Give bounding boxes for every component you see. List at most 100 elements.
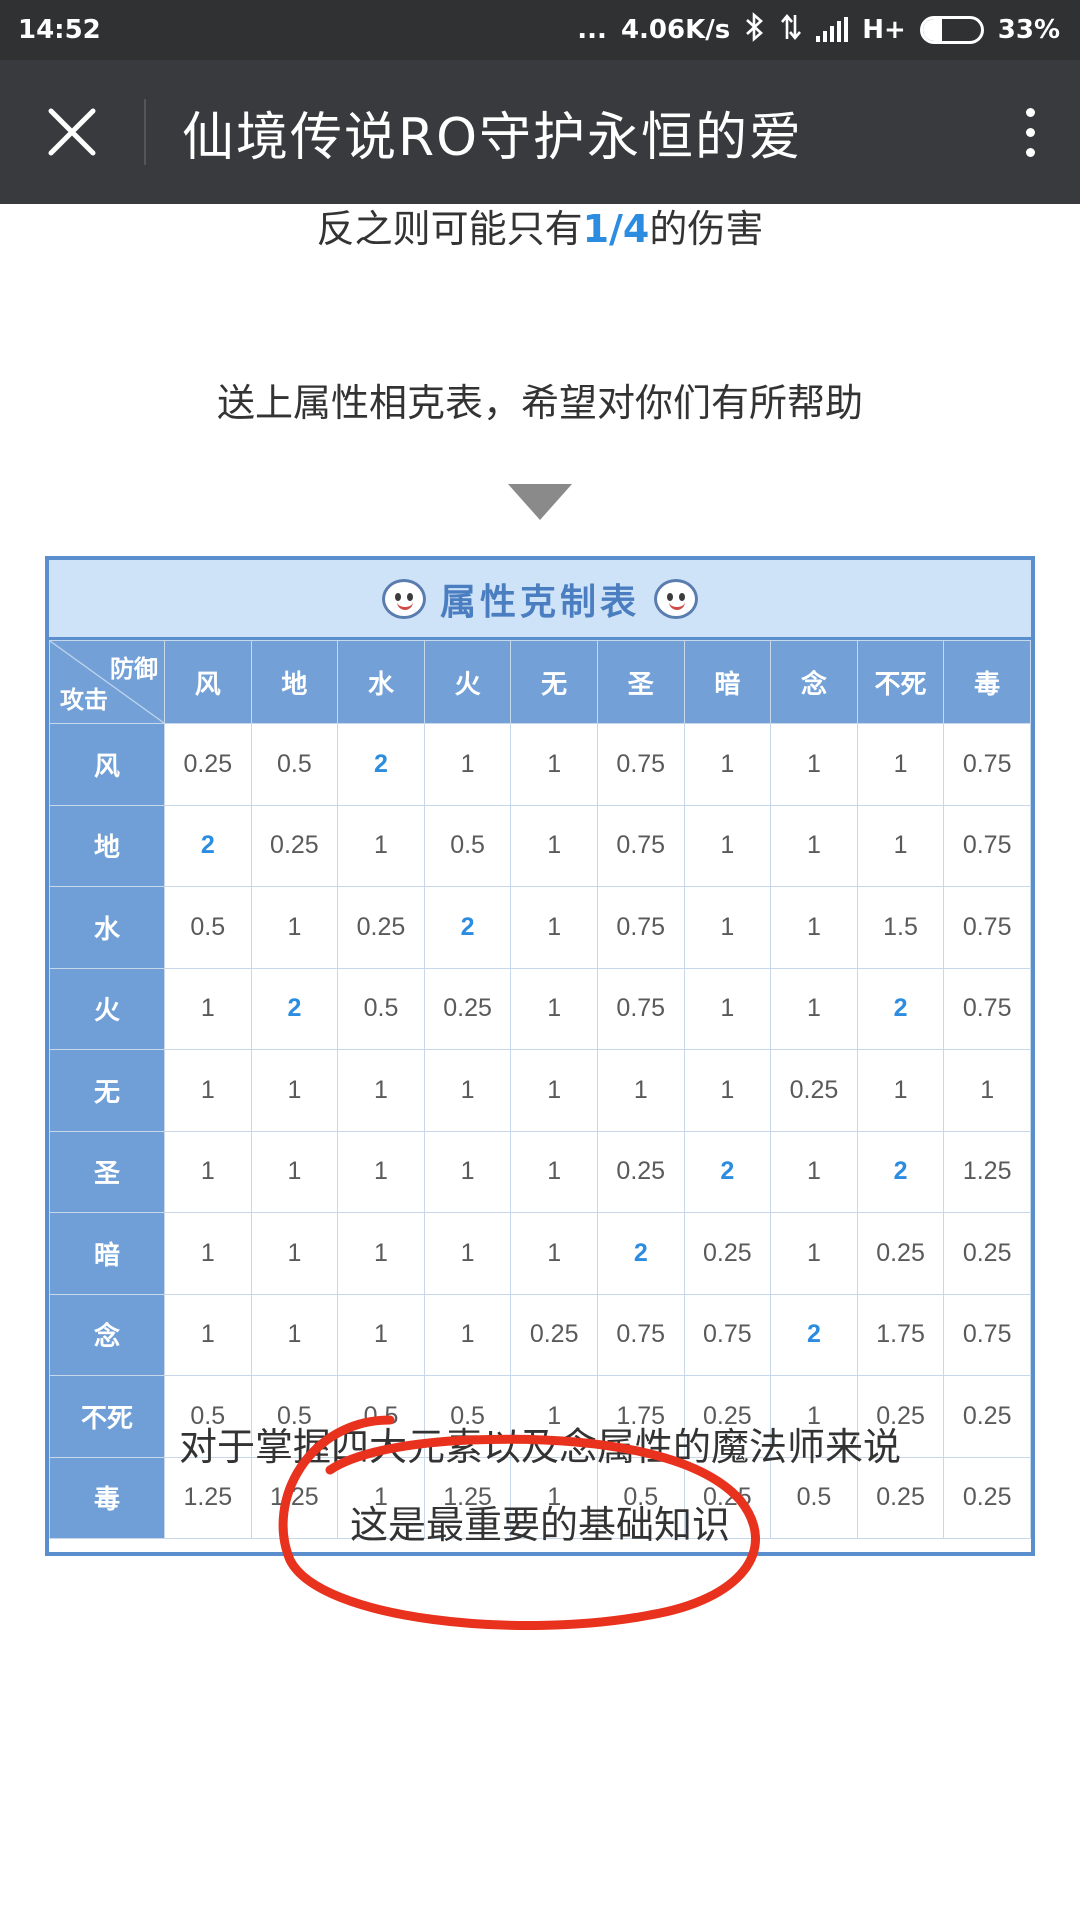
table-row: 无 1 1 1 1 1 1 1 0.25 1 1 — [49, 1049, 1031, 1132]
table-cell: 0.75 — [943, 723, 1031, 806]
row-header: 地 — [49, 804, 165, 887]
table-row: 水 0.5 1 0.25 2 1 0.75 1 1 1.5 0.75 — [49, 886, 1031, 969]
chart-header: 属性克制表 — [49, 560, 1031, 640]
table-cell: 1 — [856, 804, 945, 887]
table-cell: 2 — [856, 1130, 945, 1213]
table-cell: 0.75 — [943, 1293, 1031, 1376]
article-content: 反之则可能只有1/4的伤害 送上属性相克表，希望对你们有所帮助 属性克制表 防御… — [0, 204, 1080, 1920]
table-cell: 1 — [250, 886, 339, 969]
status-time: 14:52 — [18, 15, 101, 45]
table-cell: 0.25 — [856, 1212, 945, 1295]
status-dots: ... — [577, 15, 607, 45]
column-header: 不死 — [856, 640, 945, 724]
table-cell: 1 — [683, 1049, 772, 1132]
column-header: 圣 — [596, 640, 685, 724]
close-button[interactable] — [0, 60, 144, 204]
signal-icon — [816, 17, 849, 42]
table-cell: 1 — [770, 967, 858, 1050]
table-cell: 1 — [683, 967, 772, 1050]
table-cell: 2 — [337, 723, 425, 806]
column-header: 水 — [337, 640, 425, 724]
table-cell: 1 — [770, 886, 858, 969]
table-cell: 2 — [683, 1130, 772, 1213]
more-vertical-icon — [1025, 107, 1035, 117]
line1-text: 反之则可能只有 — [316, 207, 583, 251]
column-header: 风 — [164, 640, 252, 724]
data-arrows-icon — [780, 12, 802, 49]
smile-face-icon — [381, 578, 426, 619]
table-cell: 0.75 — [943, 886, 1031, 969]
corner-attack-label: 攻击 — [60, 686, 108, 714]
line1-highlight: 1/4 — [582, 207, 650, 251]
table-cell: 1 — [510, 967, 598, 1050]
table-cell: 0.75 — [596, 1293, 685, 1376]
table-cell: 0.25 — [770, 1049, 858, 1132]
table-row: 念 1 1 1 1 0.25 0.75 0.75 2 1.75 0.75 — [49, 1293, 1031, 1376]
table-cell: 0.5 — [337, 967, 425, 1050]
table-cell: 1 — [510, 804, 598, 887]
table-cell: 0.25 — [337, 886, 425, 969]
row-header: 念 — [49, 1293, 165, 1376]
more-dot — [1025, 127, 1035, 137]
table-cell: 1 — [683, 886, 772, 969]
table-cell: 1 — [770, 1212, 858, 1295]
table-cell: 1 — [770, 723, 858, 806]
battery-fill — [922, 19, 942, 41]
table-cell: 1 — [596, 1049, 685, 1132]
table-cell: 1.75 — [856, 1293, 945, 1376]
table-cell: 2 — [423, 886, 512, 969]
table-cell: 1 — [250, 1293, 339, 1376]
table-cell: 2 — [250, 967, 339, 1050]
table-cell: 1 — [250, 1130, 339, 1213]
table-cell: 0.75 — [596, 967, 685, 1050]
table-cell: 1 — [164, 1049, 252, 1132]
red-circle-annotation — [278, 1415, 760, 1631]
network-type: H+ — [862, 15, 906, 45]
status-bar: 14:52 ... 4.06K/s H+ 33% — [0, 0, 1080, 60]
table-cell: 1 — [856, 723, 945, 806]
row-header: 水 — [49, 886, 165, 969]
table-cell: 0.25 — [423, 967, 512, 1050]
table-cell: 0.5 — [164, 886, 252, 969]
more-dot — [1025, 147, 1035, 157]
line1-text-end: 的伤害 — [649, 207, 764, 251]
table-cell: 0.75 — [683, 1293, 772, 1376]
table-cell: 1 — [423, 1049, 512, 1132]
table-cell: 1 — [423, 723, 512, 806]
status-indicators: ... 4.06K/s H+ 33% — [577, 11, 1060, 49]
more-button[interactable] — [980, 60, 1080, 204]
table-cell: 1 — [337, 1130, 425, 1213]
table-cell: 2 — [596, 1212, 685, 1295]
table-cell: 0.75 — [943, 804, 1031, 887]
column-header: 火 — [423, 640, 512, 724]
table-cell: 1 — [683, 723, 772, 806]
table-row: 风 0.25 0.5 2 1 1 0.75 1 1 1 0.75 — [49, 723, 1031, 806]
table-cell: 1 — [337, 1293, 425, 1376]
table-cell: 1 — [337, 1049, 425, 1132]
row-header: 火 — [49, 967, 165, 1050]
table-cell: 0.25 — [164, 723, 252, 806]
table-cell: 0.25 — [510, 1293, 598, 1376]
table-cell: 1 — [510, 1049, 598, 1132]
table-row: 暗 1 1 1 1 1 2 0.25 1 0.25 0.25 — [49, 1212, 1031, 1295]
table-cell: 1 — [423, 1212, 512, 1295]
table-cell: 1.25 — [943, 1130, 1031, 1213]
row-header: 暗 — [49, 1212, 165, 1295]
column-header: 暗 — [683, 640, 772, 724]
table-cell: 2 — [164, 804, 252, 887]
close-icon — [48, 108, 96, 156]
table-cell: 1 — [510, 1212, 598, 1295]
table-row: 地 2 0.25 1 0.5 1 0.75 1 1 1 0.75 — [49, 804, 1031, 887]
row-header: 风 — [49, 723, 165, 806]
table-cell: 1 — [423, 1130, 512, 1213]
table-cell: 2 — [770, 1293, 858, 1376]
row-header: 圣 — [49, 1130, 165, 1213]
table-cell: 0.75 — [596, 886, 685, 969]
table-cell: 1 — [423, 1293, 512, 1376]
table-cell: 0.25 — [250, 804, 339, 887]
chart-title: 属性克制表 — [439, 581, 640, 623]
battery-percent: 33% — [997, 15, 1060, 45]
table-cell: 1 — [770, 804, 858, 887]
table-cell: 0.5 — [423, 804, 512, 887]
table-cell: 1 — [337, 1212, 425, 1295]
